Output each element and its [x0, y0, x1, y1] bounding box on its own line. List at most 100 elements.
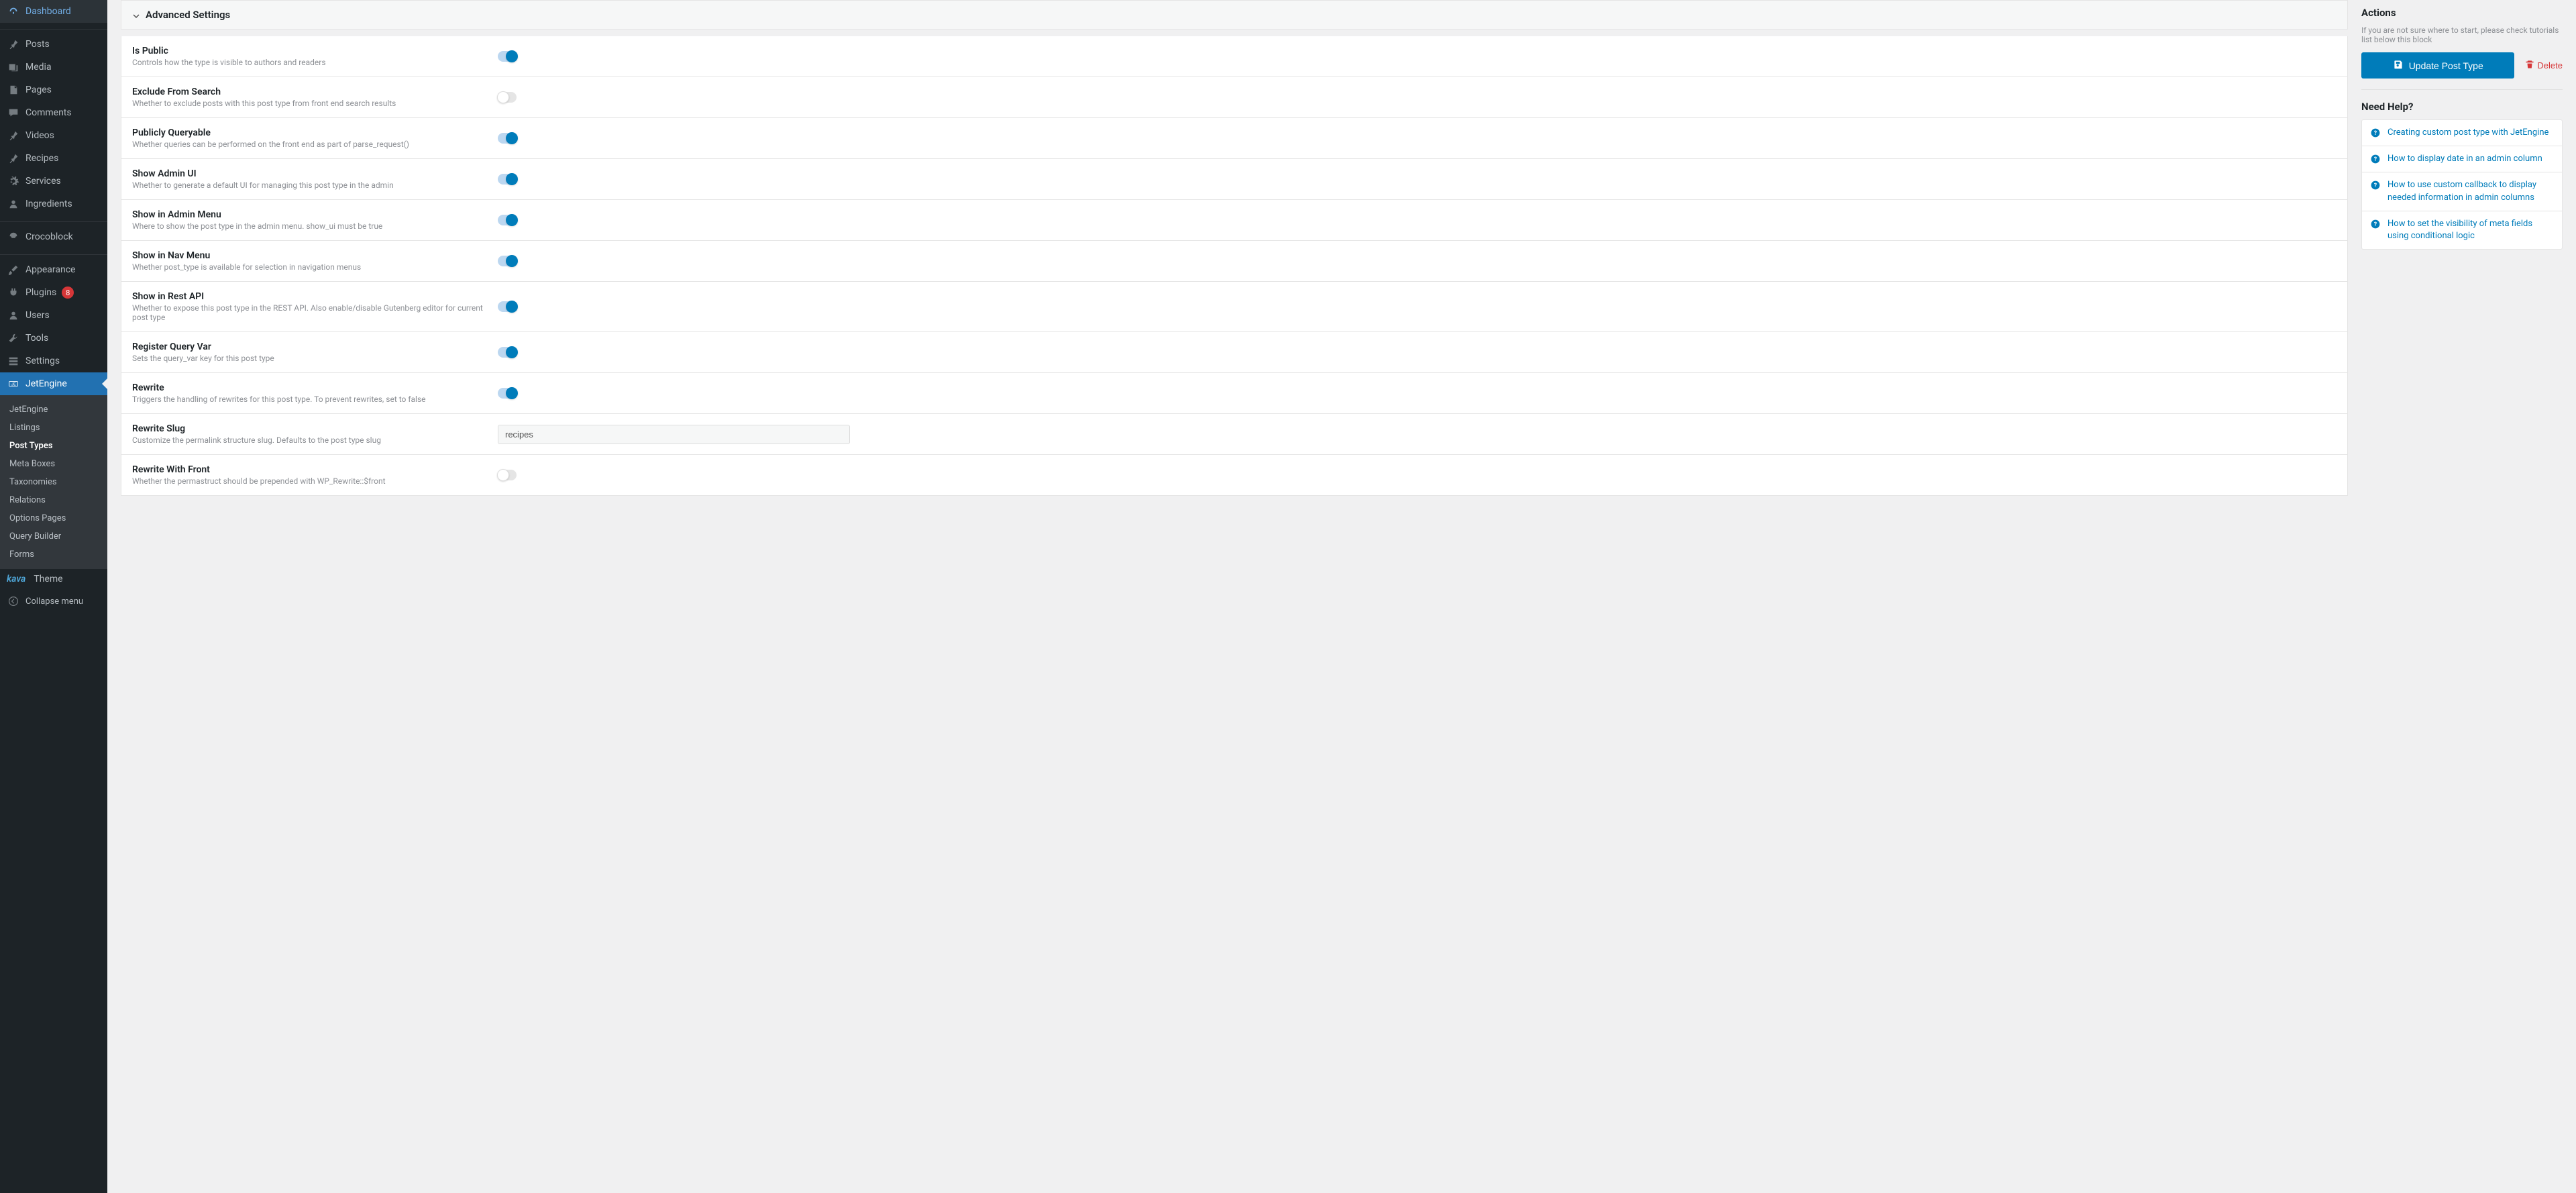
menu-item-recipes[interactable]: Recipes [0, 147, 107, 170]
menu-item-dashboard[interactable]: Dashboard [0, 0, 107, 23]
menu-item-comments[interactable]: Comments [0, 101, 107, 124]
setting-title: Show in Nav Menu [132, 250, 498, 261]
setting-row-show-in-nav-menu: Show in Nav MenuWhether post_type is ava… [121, 241, 2347, 282]
menu-label: Services [25, 176, 61, 187]
update-count-badge: 8 [62, 287, 74, 299]
pin-icon [7, 129, 20, 142]
collapse-icon [7, 594, 20, 608]
toggle-show-in-admin-menu[interactable] [498, 215, 517, 225]
page-icon [7, 83, 20, 97]
menu-item-plugins[interactable]: Plugins8 [0, 281, 107, 304]
actions-panel: Actions If you are not sure where to sta… [2361, 7, 2563, 90]
toggle-show-admin-ui[interactable] [498, 174, 517, 185]
menu-label: Tools [25, 333, 48, 344]
setting-title: Show in Rest API [132, 291, 498, 302]
setting-desc: Sets the query_var key for this post typ… [132, 354, 498, 363]
toggle-knob [506, 132, 518, 144]
menu-item-settings[interactable]: Settings [0, 350, 107, 372]
submenu-item-meta-boxes[interactable]: Meta Boxes [0, 455, 107, 473]
menu-label: Crocoblock [25, 231, 73, 242]
setting-title: Rewrite [132, 382, 498, 393]
setting-desc: Whether to generate a default UI for man… [132, 180, 498, 190]
menu-item-tools[interactable]: Tools [0, 327, 107, 350]
user-icon [7, 197, 20, 211]
help-link-3[interactable]: ? How to set the visibility of meta field… [2362, 211, 2562, 249]
settings-list: Is PublicControls how the type is visibl… [121, 36, 2348, 496]
section-toggle[interactable]: Advanced Settings [121, 1, 2347, 29]
menu-item-services[interactable]: Services [0, 170, 107, 193]
collapse-menu-button[interactable]: Collapse menu [0, 589, 107, 613]
menu-label: Posts [25, 39, 50, 50]
chevron-down-icon [132, 11, 140, 19]
svg-text:?: ? [2374, 130, 2377, 137]
svg-text:?: ? [2374, 221, 2377, 228]
menu-label: Videos [25, 130, 54, 141]
setting-row-exclude-from-search: Exclude From SearchWhether to exclude po… [121, 77, 2347, 118]
submenu-item-options-pages[interactable]: Options Pages [0, 509, 107, 527]
toggle-knob [506, 173, 518, 185]
submenu-item-forms[interactable]: Forms [0, 546, 107, 564]
submenu-item-taxonomies[interactable]: Taxonomies [0, 473, 107, 491]
setting-row-show-admin-ui: Show Admin UIWhether to generate a defau… [121, 159, 2347, 200]
toggle-knob [497, 469, 509, 481]
update-post-type-button[interactable]: Update Post Type [2361, 52, 2514, 79]
setting-desc: Customize the permalink structure slug. … [132, 435, 498, 445]
menu-label: Settings [25, 356, 60, 366]
question-circle-icon: ? [2370, 154, 2381, 164]
toggle-show-in-rest-api[interactable] [498, 301, 517, 312]
menu-item-pages[interactable]: Pages [0, 79, 107, 101]
submenu-item-post-types[interactable]: Post Types [0, 437, 107, 455]
jet-icon: JE [7, 377, 20, 391]
setting-desc: Whether post_type is available for selec… [132, 262, 498, 272]
setting-title: Rewrite Slug [132, 423, 498, 434]
submenu-item-jetengine[interactable]: JetEngine [0, 401, 107, 419]
setting-desc: Whether the permastruct should be prepen… [132, 476, 498, 486]
toggle-publicly-queryable[interactable] [498, 133, 517, 144]
comment-icon [7, 106, 20, 119]
actions-hint: If you are not sure where to start, plea… [2361, 25, 2563, 44]
submenu-item-relations[interactable]: Relations [0, 491, 107, 509]
kava-theme-item[interactable]: kavaTheme [0, 569, 107, 589]
toggle-knob [506, 346, 518, 358]
toggle-is-public[interactable] [498, 51, 517, 62]
toggle-knob [506, 214, 518, 226]
setting-desc: Triggers the handling of rewrites for th… [132, 395, 498, 404]
theme-label: Theme [34, 574, 62, 584]
menu-item-posts[interactable]: Posts [0, 33, 107, 56]
toggle-exclude-from-search[interactable] [498, 92, 517, 103]
help-text: How to set the visibility of meta fields… [2387, 218, 2554, 242]
help-link-2[interactable]: ?How to use custom callback to display n… [2362, 172, 2562, 211]
toggle-rewrite[interactable] [498, 388, 517, 399]
menu-item-jetengine[interactable]: JE JetEngine [0, 372, 107, 395]
sliders-icon [7, 354, 20, 368]
setting-row-publicly-queryable: Publicly QueryableWhether queries can be… [121, 118, 2347, 159]
setting-title: Rewrite With Front [132, 464, 498, 475]
help-link-1[interactable]: ?How to display date in an admin column [2362, 146, 2562, 172]
input-rewrite-slug[interactable] [498, 425, 850, 444]
brush-icon [7, 263, 20, 276]
setting-row-rewrite-with-front: Rewrite With FrontWhether the permastruc… [121, 455, 2347, 495]
menu-item-videos[interactable]: Videos [0, 124, 107, 147]
toggle-show-in-nav-menu[interactable] [498, 256, 517, 266]
toggle-rewrite-with-front[interactable] [498, 470, 517, 480]
menu-item-users[interactable]: Users [0, 304, 107, 327]
menu-item-ingredients[interactable]: Ingredients [0, 193, 107, 215]
menu-item-media[interactable]: Media [0, 56, 107, 79]
help-link-0[interactable]: ?Creating custom post type with JetEngin… [2362, 120, 2562, 146]
menu-label: Media [25, 62, 52, 72]
menu-item-crocoblock[interactable]: Crocoblock [0, 225, 107, 248]
delete-button[interactable]: Delete [2525, 60, 2563, 71]
trash-icon [2525, 60, 2534, 71]
menu-item-appearance[interactable]: Appearance [0, 258, 107, 281]
menu-label: JetEngine [25, 378, 67, 389]
help-panel: Need Help? ?Creating custom post type wi… [2361, 101, 2563, 250]
submenu-item-listings[interactable]: Listings [0, 419, 107, 437]
delete-label: Delete [2537, 60, 2563, 70]
setting-row-register-query-var: Register Query VarSets the query_var key… [121, 332, 2347, 373]
toggle-register-query-var[interactable] [498, 347, 517, 358]
actions-title: Actions [2361, 7, 2563, 19]
setting-title: Show Admin UI [132, 168, 498, 179]
media-icon [7, 60, 20, 74]
menu-label: Comments [25, 107, 72, 118]
submenu-item-query-builder[interactable]: Query Builder [0, 527, 107, 546]
